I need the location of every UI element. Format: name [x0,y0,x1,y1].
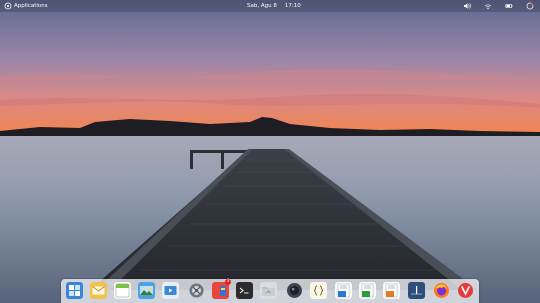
calc-spreadsheet-icon [361,283,374,298]
files-launcher[interactable] [260,282,277,299]
writer-document-icon [337,283,350,298]
multitasking-icon [69,285,80,296]
photos-launcher[interactable] [138,282,155,299]
folder-icon [262,287,275,296]
libreoffice-impress-launcher[interactable] [383,282,400,299]
firefox-icon [434,283,449,298]
mail-launcher[interactable] [90,282,107,299]
multitasking-view-launcher[interactable] [66,282,83,299]
libreoffice-writer-launcher[interactable] [335,282,352,299]
applications-icon [4,2,12,10]
desktop-wallpaper [0,0,540,303]
code-launcher[interactable] [310,282,327,299]
terminal-icon [239,287,249,294]
code-braces-icon [313,285,324,296]
firefox-launcher[interactable] [433,282,450,299]
terminal-launcher[interactable] [236,282,253,299]
system-settings-launcher[interactable] [188,282,205,299]
time-label: 17:10 [284,3,301,9]
videos-launcher[interactable] [162,282,179,299]
network-icon[interactable] [484,2,492,10]
battery-icon[interactable] [505,2,513,10]
impress-presentation-icon [385,283,398,298]
appcenter-launcher[interactable]: 3 [212,279,231,299]
libreoffice-calc-launcher[interactable] [359,282,376,299]
calendar-launcher[interactable] [114,282,131,299]
waveform-icon [411,286,422,295]
top-panel: Applications Sab, Agu 8 17:10 [0,0,540,12]
videos-icon [164,286,177,295]
settings-gear-icon [189,283,204,298]
indicator-area [463,0,534,12]
photos-icon [140,286,153,295]
date-label: Sab, Agu 8 [247,3,277,9]
volume-icon[interactable] [463,2,471,10]
calendar-icon [115,283,130,298]
mail-icon [92,286,105,295]
datetime-indicator[interactable]: Sab, Agu 8 17:10 [247,0,301,12]
applications-menu[interactable]: Applications [4,0,48,12]
vivaldi-launcher[interactable] [457,282,474,299]
vivaldi-icon [458,283,473,298]
sound-recorder-launcher[interactable] [408,282,425,299]
camera-lens-icon [287,283,302,298]
screenshot-launcher[interactable] [286,282,303,299]
dock: 3 [61,279,479,303]
notifications-icon[interactable] [526,2,534,10]
update-count-badge: 3 [225,279,231,285]
applications-label: Applications [14,3,48,9]
